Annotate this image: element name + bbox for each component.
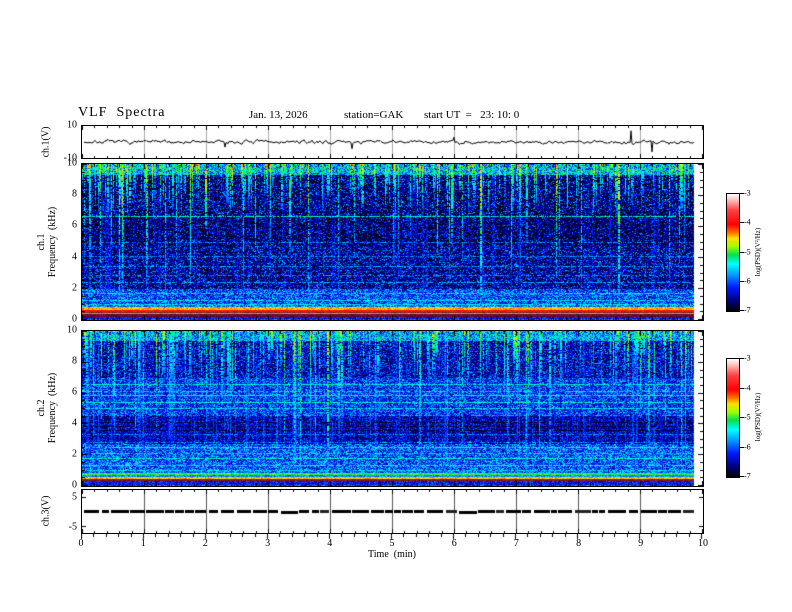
x-tick-label: 0 [78, 538, 84, 549]
ch1-spectrogram-canvas [82, 164, 703, 320]
ch1-spec-ytick-label: 2 [72, 282, 77, 294]
plot-station: station=GAK [344, 109, 404, 121]
x-tick-label: 4 [327, 538, 333, 549]
ch1-spec-ytick-label: 6 [72, 219, 77, 231]
x-tick-label: 5 [389, 538, 395, 549]
colorbar-tick-label: -6 [744, 442, 751, 451]
vlf-spectra-figure: VLF Spectra Jan. 13, 2026 station=GAK st… [0, 0, 792, 612]
ch1-spectrogram-panel [81, 163, 704, 321]
colorbar-tick-label: -5 [744, 412, 751, 422]
ch1-spec-ytick-label: 0 [72, 313, 77, 325]
ch2-spec-ytick-label: 6 [72, 386, 77, 398]
ch3-canvas [82, 490, 703, 533]
colorbar-1 [726, 193, 740, 312]
x-tick-label: 9 [638, 538, 644, 549]
colorbar-1-gradient [727, 194, 739, 311]
x-tick-label: 2 [202, 538, 208, 549]
ch2-spectrogram-panel [81, 330, 704, 487]
colorbar-tick-label: -3 [744, 188, 751, 198]
ch1-waveform-canvas [82, 126, 703, 158]
ch1-spec-ytick-label: 4 [72, 251, 77, 263]
ch2-spec-ytick-label: 4 [72, 417, 77, 429]
x-tick-label: 3 [265, 538, 271, 549]
ch1-frequency-axis-label-line1: ch.1 [36, 233, 47, 251]
colorbar-tick-label: -4 [744, 217, 751, 227]
ch2-frequency-axis-label: ch.2 Frequency (kHz) [36, 373, 58, 444]
ch1-frequency-axis-label-line2: Frequency (kHz) [47, 206, 58, 278]
ch2-spec-ytick-label: 10 [67, 324, 77, 336]
ch2-spec-ytick-label: 2 [72, 448, 77, 460]
ch2-spec-ytick-label: 8 [72, 355, 77, 367]
x-tick-label: 7 [513, 538, 519, 549]
colorbar-tick-label: -4 [744, 383, 751, 392]
ch1-waveform-panel [81, 125, 704, 159]
ch3-ytick-label: 5 [72, 491, 77, 502]
x-tick-label: 1 [140, 538, 146, 549]
colorbar-2-label: log(PSD)(V²/Hz) [754, 392, 762, 442]
colorbar-tick-label: -5 [744, 247, 751, 256]
ch2-frequency-axis-label-line1: ch.2 [36, 399, 47, 417]
colorbar-tick-label: -3 [744, 353, 751, 363]
x-tick-label: 6 [451, 538, 457, 549]
ch1-frequency-axis-label: ch.1 Frequency (kHz) [36, 207, 58, 278]
colorbar-tick-label: -7 [744, 305, 751, 315]
plot-date: Jan. 13, 2026 [249, 109, 308, 121]
ch3-panel [81, 489, 704, 534]
plot-start-ut: start UT = 23: 10: 0 [424, 109, 520, 121]
ch1-spec-ytick-label: 8 [72, 188, 77, 200]
ch3-ytick-label: -5 [68, 521, 77, 532]
colorbar-2-gradient [727, 359, 739, 477]
ch2-spec-ytick-label: 0 [72, 479, 77, 491]
ch1-wave-ytick-label: 10 [67, 119, 77, 131]
x-axis-title: Time (min) [368, 549, 416, 560]
colorbar-1-label: log(PSD)(V²/Hz) [754, 227, 762, 277]
x-tick-label: 8 [576, 538, 582, 549]
colorbar-tick-label: -6 [744, 276, 751, 286]
colorbar-tick-label: -7 [744, 471, 751, 481]
ch2-spectrogram-canvas [82, 331, 703, 486]
colorbar-2 [726, 358, 740, 478]
ch1-spec-ytick-label: 10 [67, 157, 77, 169]
plot-title: VLF Spectra [78, 105, 166, 120]
x-tick-label: 10 [698, 538, 708, 549]
ch2-frequency-axis-label-line2: Frequency (kHz) [47, 372, 58, 444]
